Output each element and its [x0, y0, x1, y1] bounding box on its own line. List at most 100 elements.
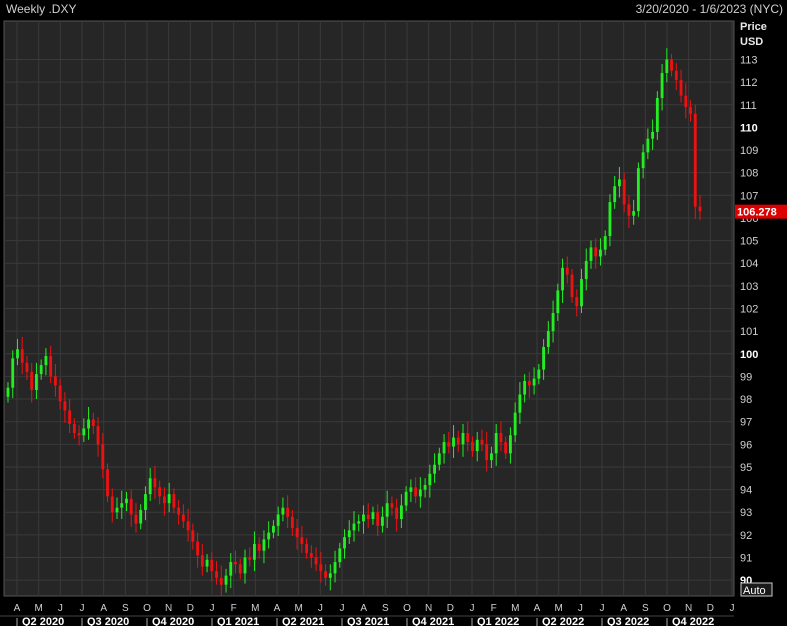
candle-body [471, 442, 474, 452]
candle-body [537, 369, 541, 379]
candle-body [129, 498, 133, 515]
month-label: M [294, 603, 302, 614]
candle-body [352, 523, 356, 531]
candle-body [243, 557, 247, 574]
month-label: M [554, 603, 562, 614]
candle-body [551, 313, 555, 332]
candle-body [215, 571, 218, 578]
candle-body [39, 365, 43, 375]
candle-body [466, 433, 470, 443]
candle-body [423, 485, 427, 490]
candle-body [362, 514, 365, 522]
candle-body [300, 537, 304, 544]
month-label: A [274, 603, 281, 614]
candle-body [570, 274, 574, 298]
candle-body [44, 356, 48, 366]
candle-body [290, 516, 294, 529]
candle-body [30, 371, 34, 390]
candle-body [366, 514, 370, 520]
candle-body [641, 152, 645, 169]
candle-body [632, 211, 636, 216]
month-label: J [600, 603, 605, 614]
candle-body [210, 559, 214, 572]
candle-body [253, 543, 256, 560]
price-tick-label: 96 [740, 439, 752, 451]
chart-window: Weekly .DXY 3/20/2020 - 1/6/2023 (NYC) A… [0, 0, 787, 626]
price-tick-label: 101 [740, 326, 758, 338]
candlestick-chart[interactable]: A M J J A S O N D J F M A M J J A S O N D J F M A M J J A S O N D J909192… [0, 18, 787, 626]
month-label: O [663, 603, 671, 614]
month-label: A [100, 603, 107, 614]
candle-body [172, 494, 176, 508]
candle-body [594, 247, 598, 257]
month-label: A [14, 603, 21, 614]
price-tick-label: 107 [740, 190, 758, 202]
candle-body [660, 73, 664, 98]
candle-body [561, 267, 564, 291]
candle-body [504, 442, 508, 454]
candle-body [6, 387, 10, 397]
candle-body [613, 186, 617, 203]
month-label: N [425, 603, 432, 614]
price-tick-label: 112 [740, 77, 758, 89]
candle-body [603, 236, 607, 250]
candle-body [186, 521, 190, 531]
candle-body [238, 564, 242, 574]
candle-body [309, 552, 313, 558]
month-label: D [447, 603, 454, 614]
candle-body [77, 433, 81, 436]
candle-body [248, 557, 252, 560]
candle-body [381, 516, 384, 526]
candle-body [627, 204, 631, 216]
quarter-label: Q3 2022 [607, 616, 649, 626]
month-label: J [470, 603, 475, 614]
quarter-label: Q4 2020 [152, 616, 194, 626]
candle-body [167, 494, 171, 504]
candle-body [347, 530, 351, 538]
candle-body [343, 537, 346, 549]
candle-body [35, 374, 38, 390]
price-tick-label: 109 [740, 145, 758, 157]
candle-body [281, 507, 285, 515]
candle-body [72, 423, 76, 434]
month-label: O [143, 603, 151, 614]
price-tick-label: 103 [740, 281, 758, 293]
candle-body [16, 349, 19, 359]
quarter-label: Q4 2021 [412, 616, 454, 626]
candle-body [125, 498, 128, 504]
candle-body [139, 509, 143, 524]
quarter-label: Q2 2022 [542, 616, 584, 626]
month-label: J [210, 603, 215, 614]
candle-body [698, 206, 702, 212]
price-tick-label: 98 [740, 394, 752, 406]
candle-body [376, 512, 380, 526]
candle-body [575, 297, 579, 307]
candle-body [399, 505, 403, 520]
month-label: S [122, 603, 129, 614]
candle-body [49, 356, 53, 377]
candle-body [693, 113, 697, 207]
candle-body [418, 489, 422, 497]
month-label: J [58, 603, 63, 614]
candle-body [437, 453, 441, 465]
candle-body [20, 349, 24, 363]
quarter-label: Q2 2021 [282, 616, 324, 626]
month-label: D [187, 603, 194, 614]
candle-body [177, 507, 181, 515]
candle-body [684, 95, 688, 108]
candle-body [532, 378, 536, 386]
price-tick-label: 104 [740, 258, 758, 270]
candle-body [385, 503, 389, 517]
candle-body [200, 555, 204, 567]
candle-body [53, 376, 57, 386]
price-tick-label: 91 [740, 553, 752, 565]
candle-body [120, 503, 124, 508]
candle-body [527, 380, 531, 386]
candle-body [106, 469, 109, 497]
candle-body [485, 444, 489, 461]
candle-body [276, 514, 280, 526]
candle-body [523, 380, 527, 395]
candle-body [286, 507, 290, 517]
candle-body [608, 202, 612, 237]
candle-body [390, 503, 394, 508]
